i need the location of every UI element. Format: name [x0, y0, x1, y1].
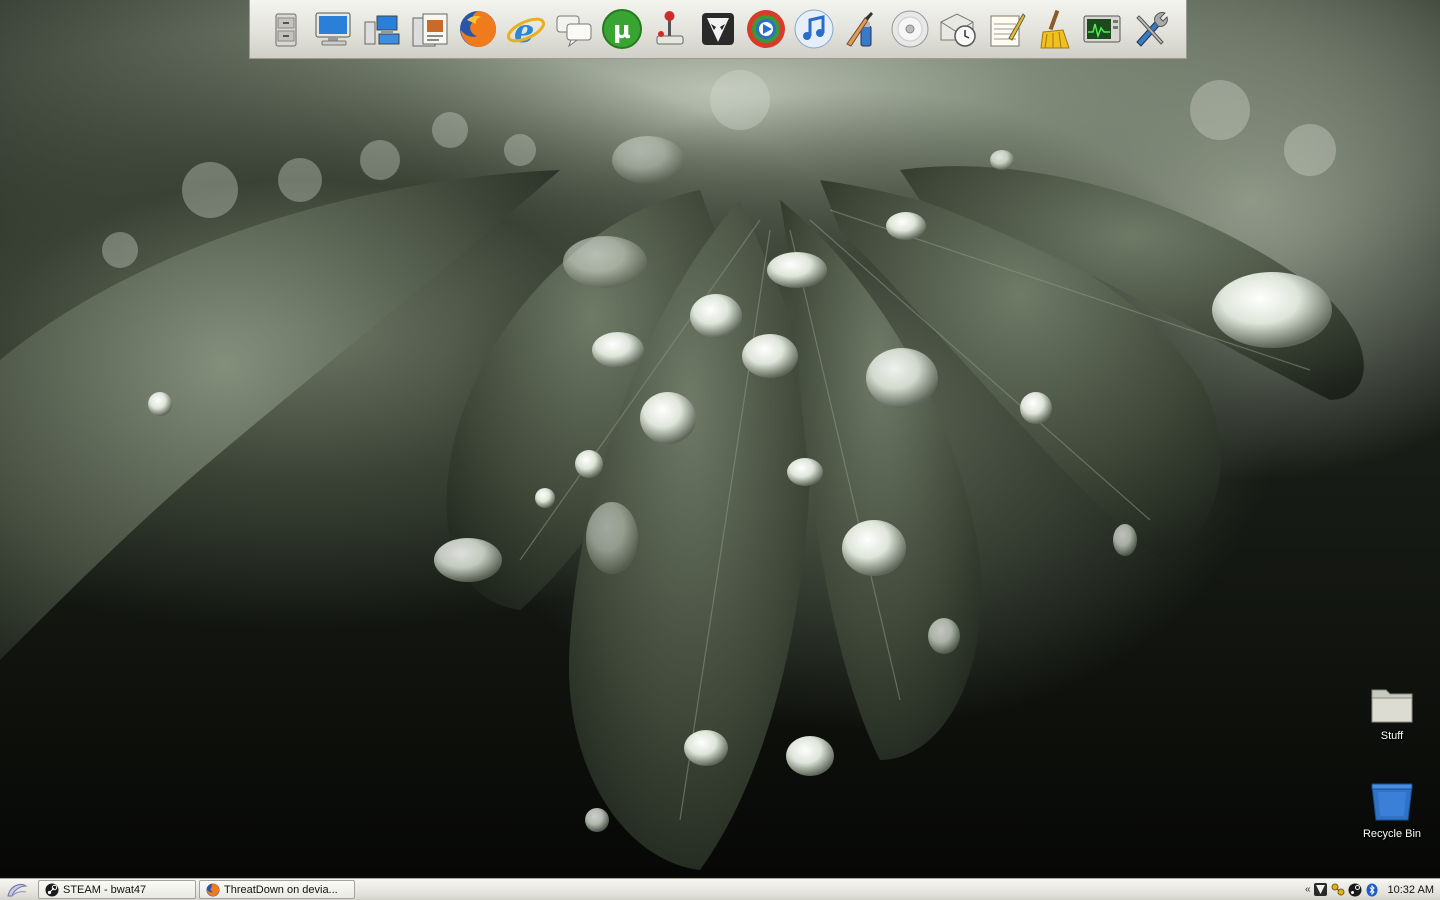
notepad-icon[interactable]	[984, 7, 1028, 51]
folder-icon	[1371, 689, 1413, 723]
documents-icon[interactable]	[408, 7, 452, 51]
desktop-wallpaper	[0, 0, 1440, 878]
network-tray-icon[interactable]	[1331, 883, 1345, 897]
foobar-tray-icon[interactable]	[1314, 883, 1328, 897]
steam-tray-icon[interactable]	[1348, 883, 1362, 897]
system-monitor-icon[interactable]	[1080, 7, 1124, 51]
chat-icon[interactable]	[552, 7, 596, 51]
svg-text:µ: µ	[613, 16, 631, 44]
desktop-icon-recycle-bin[interactable]: Recycle Bin	[1352, 780, 1432, 840]
desktop-icon-label: Recycle Bin	[1362, 828, 1422, 840]
taskbar: STEAM - bwat47 ThreatDown on devia... « …	[0, 878, 1440, 900]
recycle-bin-icon	[1371, 783, 1413, 821]
wallpaper-leaf-art	[0, 70, 1364, 870]
paint-icon[interactable]	[840, 7, 884, 51]
utorrent-icon[interactable]: µ	[600, 7, 644, 51]
bluetooth-tray-icon[interactable]	[1365, 883, 1379, 897]
firefox-icon[interactable]	[456, 7, 500, 51]
steam-icon	[45, 883, 59, 896]
taskbar-item-steam[interactable]: STEAM - bwat47	[38, 880, 196, 899]
internet-explorer-icon[interactable]: e	[504, 7, 548, 51]
cd-icon[interactable]	[888, 7, 932, 51]
tray-expand-button[interactable]: «	[1305, 884, 1311, 895]
taskbar-item-label: ThreatDown on devia...	[224, 883, 338, 896]
joystick-icon[interactable]	[648, 7, 692, 51]
desktop-icon-stuff[interactable]: Stuff	[1352, 684, 1432, 742]
start-orb-icon	[7, 883, 28, 896]
network-icon[interactable]	[360, 7, 404, 51]
taskbar-item-firefox[interactable]: ThreatDown on devia...	[199, 880, 355, 899]
start-button[interactable]	[2, 880, 32, 899]
taskbar-clock[interactable]: 10:32 AM	[1388, 884, 1434, 896]
svg-text:e: e	[514, 12, 534, 50]
itunes-icon[interactable]	[792, 7, 836, 51]
firefox-icon	[206, 883, 220, 896]
mail-clock-icon[interactable]	[936, 7, 980, 51]
system-tray: « 10:32 AM	[1305, 879, 1440, 900]
application-dock: e µ	[249, 0, 1187, 59]
tools-icon[interactable]	[1128, 7, 1172, 51]
media-player-icon[interactable]	[744, 7, 788, 51]
foobar-icon[interactable]	[696, 7, 740, 51]
my-computer-icon[interactable]	[312, 7, 356, 51]
taskbar-item-label: STEAM - bwat47	[63, 883, 147, 896]
desktop-icon-label: Stuff	[1380, 730, 1404, 742]
ccleaner-icon[interactable]	[1032, 7, 1076, 51]
file-cabinet-icon[interactable]	[264, 7, 308, 51]
